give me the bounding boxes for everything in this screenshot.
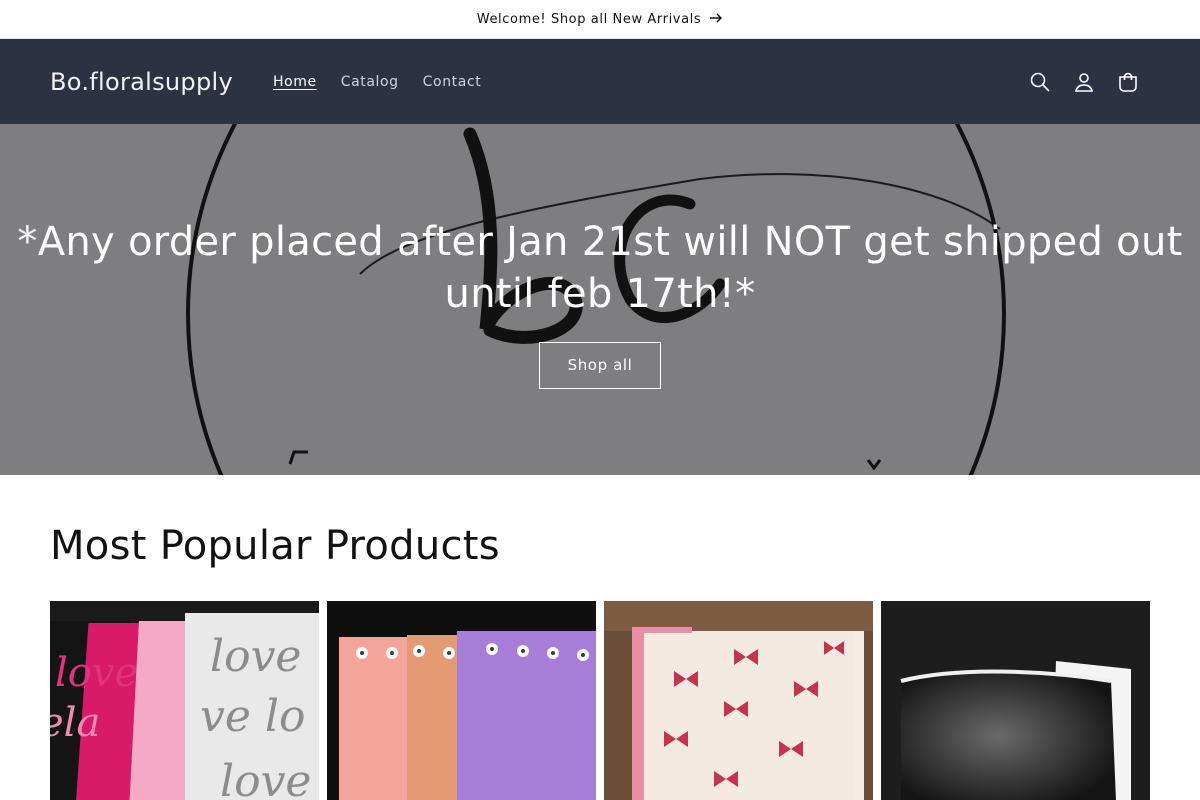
search-icon[interactable]: [1018, 60, 1062, 104]
hero-heading: *Any order placed after Jan 21st will NO…: [17, 219, 1183, 317]
product-image: love ela love ve lo love: [50, 601, 319, 800]
product-image: [604, 601, 873, 800]
product-image: [327, 601, 596, 800]
header-icons: [1018, 60, 1150, 104]
cart-icon[interactable]: [1106, 60, 1150, 104]
site-header: Bo.floralsupply Home Catalog Contact: [0, 39, 1200, 124]
brand-logo[interactable]: Bo.floralsupply: [50, 68, 233, 96]
nav-catalog[interactable]: Catalog: [329, 66, 411, 98]
announcement-text[interactable]: Welcome! Shop all New Arrivals: [477, 12, 701, 27]
svg-text:love: love: [55, 650, 138, 696]
product-image: [881, 601, 1150, 800]
nav-contact[interactable]: Contact: [411, 66, 494, 98]
svg-text:love: love: [210, 631, 301, 682]
announcement-bar[interactable]: Welcome! Shop all New Arrivals: [0, 0, 1200, 39]
product-grid: love ela love ve lo love: [50, 601, 1150, 800]
section-title: Most Popular Products: [50, 523, 500, 569]
account-icon[interactable]: [1062, 60, 1106, 104]
nav-home[interactable]: Home: [261, 66, 329, 98]
hero-banner: *Any order placed after Jan 21st will NO…: [0, 124, 1200, 475]
hero-content: *Any order placed after Jan 21st will NO…: [0, 216, 1200, 389]
shop-all-button[interactable]: Shop all: [539, 342, 661, 389]
product-card[interactable]: [604, 601, 873, 800]
svg-text:ve lo: ve lo: [200, 691, 305, 742]
featured-collection: Most Popular Products love ela love ve l…: [0, 523, 1200, 800]
product-card[interactable]: [881, 601, 1150, 800]
arrow-right-icon: [709, 10, 723, 29]
svg-text:love: love: [220, 756, 311, 800]
product-card[interactable]: love ela love ve lo love: [50, 601, 319, 800]
product-card[interactable]: [327, 601, 596, 800]
svg-text:ela: ela: [50, 700, 100, 746]
main-nav: Home Catalog Contact: [261, 66, 493, 98]
